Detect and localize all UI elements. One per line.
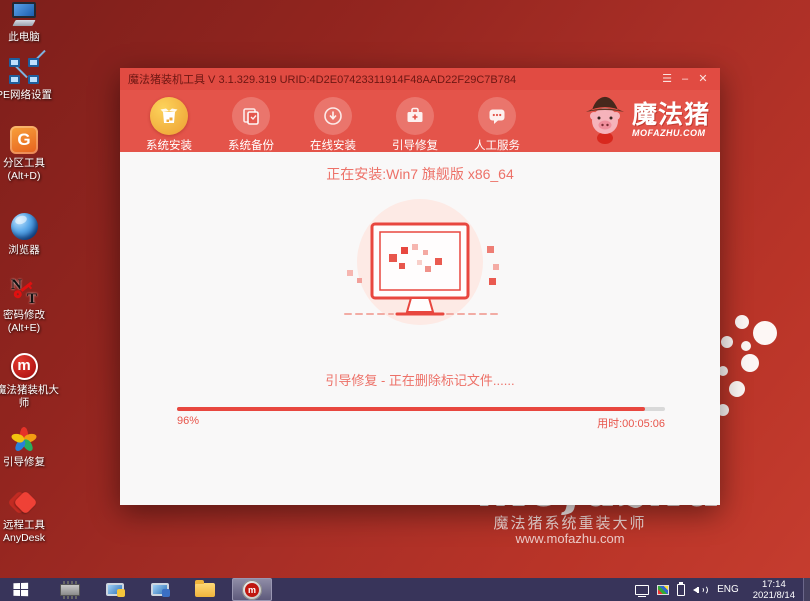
download-icon — [314, 97, 352, 135]
installing-title: 正在安装:Win7 旗舰版 x86_64 — [120, 164, 720, 184]
chat-bubble-icon — [478, 97, 516, 135]
ram-chip-icon — [60, 584, 80, 596]
nav-tab-system-backup[interactable]: 系统备份 — [220, 90, 282, 153]
desktop-icon-partition-tool[interactable]: G 分区工具 (Alt+D) — [0, 126, 52, 183]
mofazhu-taskbar-icon: m — [242, 580, 262, 600]
desktop-icon-password-reset[interactable]: NT 密码修改 (Alt+E) — [0, 278, 52, 335]
folder-icon — [195, 583, 215, 597]
window-navbar: 系统安装 系统备份 在线安装 — [120, 90, 720, 152]
monitor-keyboard-icon — [151, 583, 169, 596]
desktop-icon-label-line2: AnyDesk — [0, 532, 52, 545]
nav-tab-label: 人工服务 — [466, 137, 528, 153]
tray-date: 2021/8/14 — [753, 590, 795, 601]
taskbar-app-lockscreen[interactable] — [100, 578, 130, 601]
desktop-icon-browser[interactable]: 浏览器 — [0, 212, 52, 257]
monitor-illustration — [335, 194, 505, 334]
network-tray-icon[interactable] — [635, 585, 649, 595]
desktop-icon-this-pc[interactable]: 此电脑 — [0, 0, 52, 44]
watermark-title: 魔法猪系统重装大师 — [455, 512, 685, 533]
volume-icon[interactable] — [693, 584, 707, 596]
language-indicator[interactable]: ENG — [717, 584, 739, 595]
taskbar-app-ramdisk[interactable] — [55, 578, 85, 601]
brand-domain: MOFAZHU.COM — [632, 128, 710, 138]
installer-window: 魔法猪装机工具 V 3.1.329.319 URID:4D2E074233119… — [120, 68, 720, 505]
progress-bar — [177, 407, 665, 411]
menu-icon[interactable]: ☰ — [658, 69, 676, 89]
this-pc-icon — [9, 0, 39, 30]
globe-icon — [11, 213, 38, 240]
desktop: { "desktop": { "icons": [ { "name": "thi… — [0, 0, 810, 601]
window-titlebar[interactable]: 魔法猪装机工具 V 3.1.329.319 URID:4D2E074233119… — [120, 68, 720, 90]
desktop-icon-label: 远程工具 — [0, 519, 52, 532]
desktop-icon-label: 魔法猪装机大 — [0, 384, 52, 397]
network-icon — [9, 58, 39, 88]
nav-tab-label: 系统安装 — [138, 137, 200, 153]
desktop-icon-label: 浏览器 — [0, 244, 52, 257]
desktop-icon-label: 分区工具 — [0, 157, 52, 170]
backup-files-icon — [232, 97, 270, 135]
window-title: 魔法猪装机工具 V 3.1.329.319 URID:4D2E074233119… — [128, 71, 658, 87]
show-desktop-button[interactable] — [803, 578, 810, 601]
watermark-url: www.mofazhu.com — [455, 531, 685, 546]
system-tray: ENG 17:14 2021/8/14 — [631, 578, 810, 601]
anydesk-icon — [9, 488, 39, 518]
mofazhu-m-icon: m — [11, 353, 38, 380]
nav-tab-human-service[interactable]: 人工服务 — [466, 90, 528, 153]
desktop-icon-label: 密码修改 — [0, 309, 52, 322]
usb-icon[interactable] — [677, 584, 685, 596]
windows-logo-icon — [13, 582, 28, 597]
start-button[interactable] — [0, 578, 40, 601]
status-text: 引导修复 - 正在删除标记文件...... — [120, 370, 720, 389]
diskgenius-icon: G — [10, 126, 38, 154]
desktop-icon-pe-network[interactable]: PE网络设置 — [0, 58, 52, 102]
nav-tab-label: 在线安装 — [302, 137, 364, 153]
taskbar: m ENG 17:14 2021/8/14 — [0, 578, 810, 601]
desktop-icon-mofazhu-master[interactable]: m 魔法猪装机大 师 — [0, 352, 52, 410]
clock[interactable]: 17:14 2021/8/14 — [753, 579, 795, 601]
desktop-icon-label-line2: (Alt+D) — [0, 170, 52, 183]
nav-tab-boot-repair[interactable]: 引导修复 — [384, 90, 446, 153]
nav-tab-label: 系统备份 — [220, 137, 282, 153]
desktop-icon-anydesk[interactable]: 远程工具 AnyDesk — [0, 488, 52, 545]
install-box-icon — [150, 97, 188, 135]
close-icon[interactable]: ✕ — [694, 69, 712, 89]
elapsed-time: 用时:00:05:06 — [597, 415, 665, 431]
monitor-lock-icon — [106, 583, 124, 596]
nav-tab-label: 引导修复 — [384, 137, 446, 153]
desktop-icon-label: 引导修复 — [0, 456, 52, 469]
pig-mascot-icon — [582, 94, 628, 146]
desktop-icon-label-line2: 师 — [0, 397, 52, 410]
desktop-icon-label-line2: (Alt+E) — [0, 322, 52, 335]
desktop-icon-label: PE网络设置 — [0, 89, 52, 102]
nav-tab-online-install[interactable]: 在线安装 — [302, 90, 364, 153]
tray-time: 17:14 — [753, 579, 795, 590]
progress-percent: 96% — [177, 415, 199, 431]
desktop-icon-label: 此电脑 — [0, 31, 52, 44]
minimize-icon[interactable]: – — [676, 69, 694, 89]
nt-key-icon: NT — [9, 278, 39, 308]
pinwheel-icon — [9, 425, 39, 455]
taskbar-app-explorer[interactable] — [190, 578, 220, 601]
taskbar-app-mofazhu-active[interactable]: m — [232, 578, 272, 601]
taskbar-app-remote-pc[interactable] — [145, 578, 175, 601]
desktop-icon-boot-repair[interactable]: 引导修复 — [0, 425, 52, 469]
nav-tab-system-install[interactable]: 系统安装 — [138, 90, 200, 153]
display-color-icon[interactable] — [657, 585, 669, 595]
toolbox-icon — [396, 97, 434, 135]
brand-logo: 魔法猪 MOFAZHU.COM — [582, 94, 710, 146]
window-content: 正在安装:Win7 旗舰版 x86_64 引导修复 - 正在删除标记文件....… — [120, 152, 720, 505]
progress-fill — [177, 407, 645, 411]
brand-name: 魔法猪 — [632, 102, 710, 128]
